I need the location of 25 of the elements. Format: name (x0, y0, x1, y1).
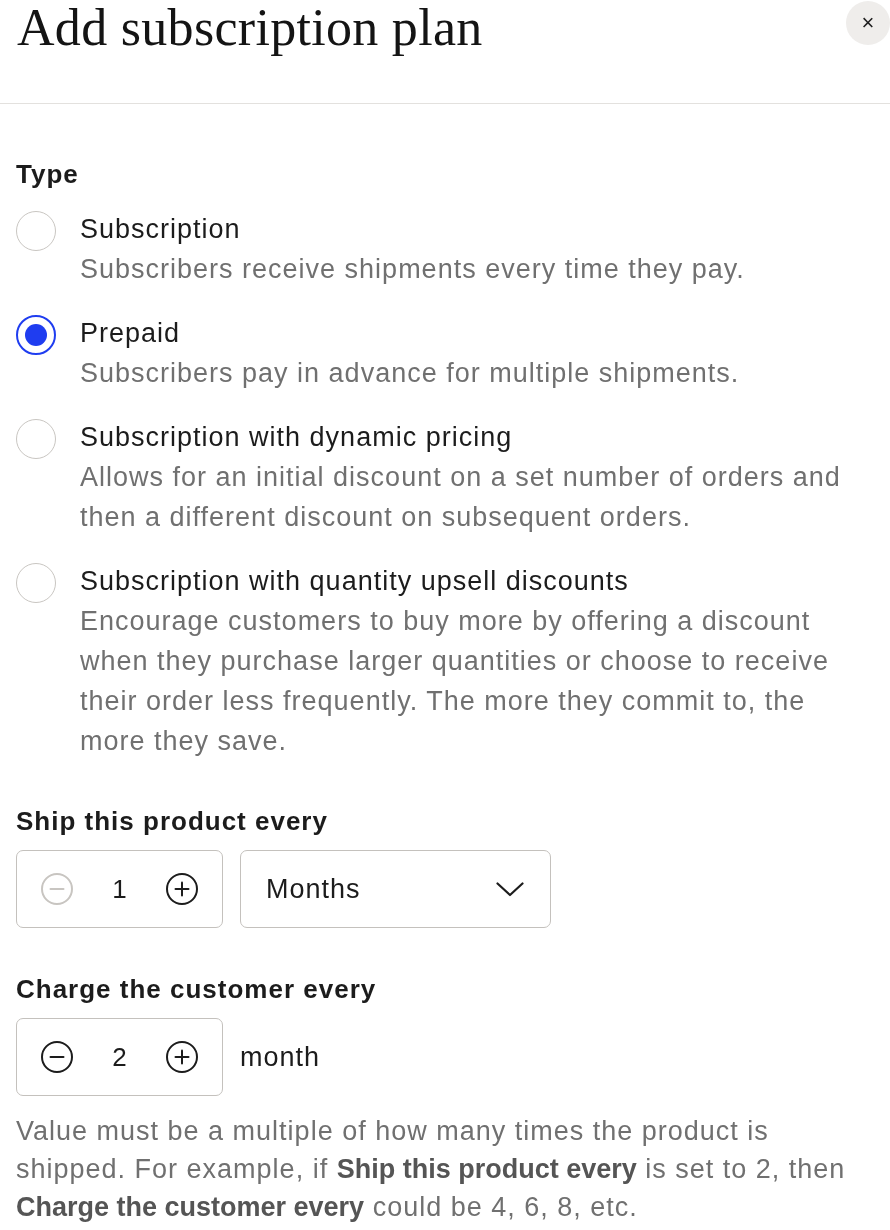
option-label: Subscription with dynamic pricing (80, 421, 513, 454)
option-label: Subscription (80, 213, 241, 246)
decrement-button[interactable] (41, 1041, 73, 1073)
option-description: Encourage customers to buy more by offering a discount when they purchase larger quantities or choose to receive their order less frequently. The more they commit to, the more they save. (80, 605, 830, 758)
help-text: Value must be a multiple of how many times the product is shipped. For example, if Ship this product every is set to 2, then Charge the customer every could be 4, 6, 8, etc. (16, 1115, 847, 1224)
radio-button[interactable] (16, 315, 56, 355)
increment-button[interactable] (166, 1041, 198, 1073)
dialog-title: Add subscription plan (17, 0, 483, 56)
option-description: Subscribers receive shipments every time they pay. (80, 253, 745, 286)
close-button[interactable]: × (846, 1, 890, 45)
option-label: Subscription with quantity upsell discounts (80, 565, 629, 598)
stepper-value: 1 (112, 873, 127, 905)
increment-button[interactable] (166, 873, 198, 905)
field-label: Charge the customer every (16, 973, 377, 1005)
option-label: Prepaid (80, 317, 181, 350)
stepper-value: 2 (112, 1041, 127, 1073)
option-description: Subscribers pay in advance for multiple shipments. (80, 357, 740, 390)
field-label: Ship this product every (16, 805, 328, 837)
unit-select[interactable]: Months (240, 850, 551, 928)
option-description: Allows for an initial discount on a set number of orders and then a different discount on subsequent orders. (80, 461, 842, 534)
section-label: Type (16, 158, 79, 190)
stepper-field[interactable]: 2 (16, 1018, 223, 1096)
unit-label: month (240, 1041, 321, 1073)
chevron-down-icon (496, 881, 524, 897)
stepper-field[interactable]: 1 (16, 850, 223, 928)
